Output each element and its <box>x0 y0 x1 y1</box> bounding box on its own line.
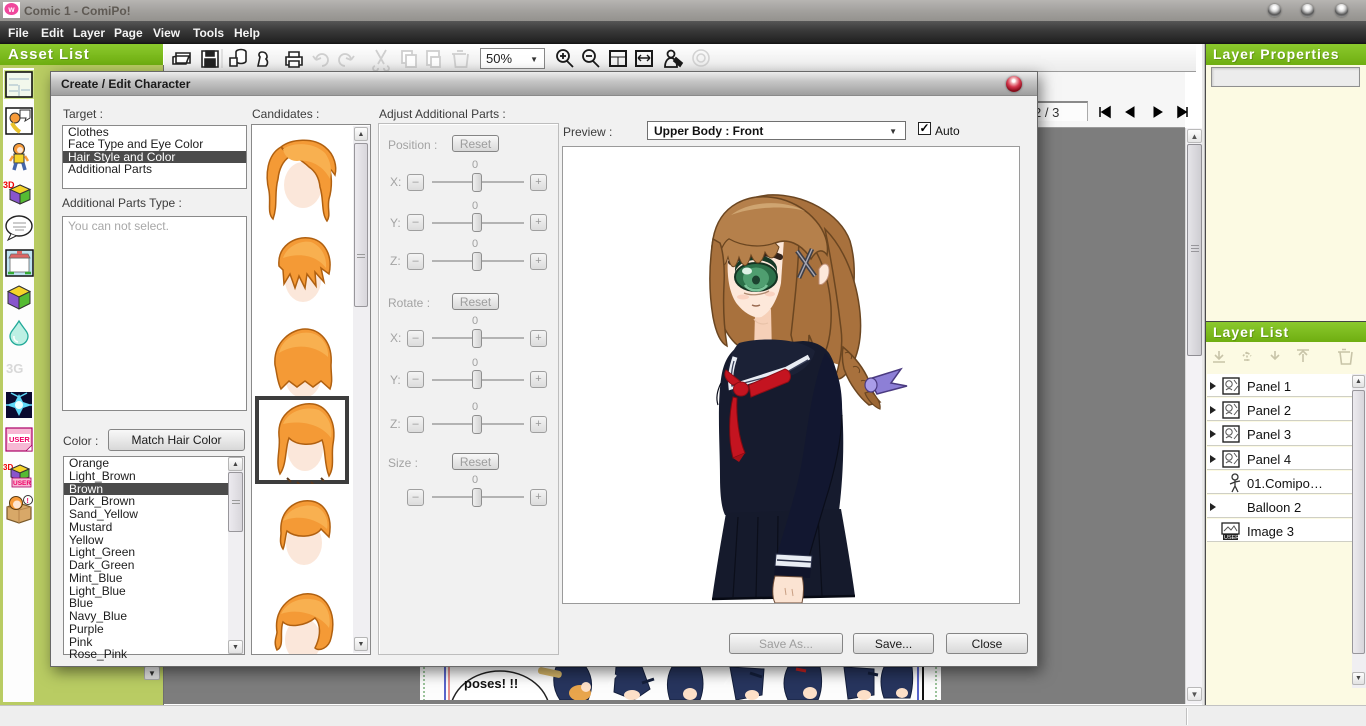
svg-text:poses! !!: poses! !! <box>464 676 518 691</box>
svg-text:USER: USER <box>1224 535 1239 541</box>
svg-text:3G: 3G <box>6 361 23 376</box>
svg-text:!: ! <box>27 498 29 505</box>
svg-text:USER: USER <box>13 480 31 487</box>
svg-text:w: w <box>7 5 15 14</box>
svg-text:USER: USER <box>9 435 30 444</box>
